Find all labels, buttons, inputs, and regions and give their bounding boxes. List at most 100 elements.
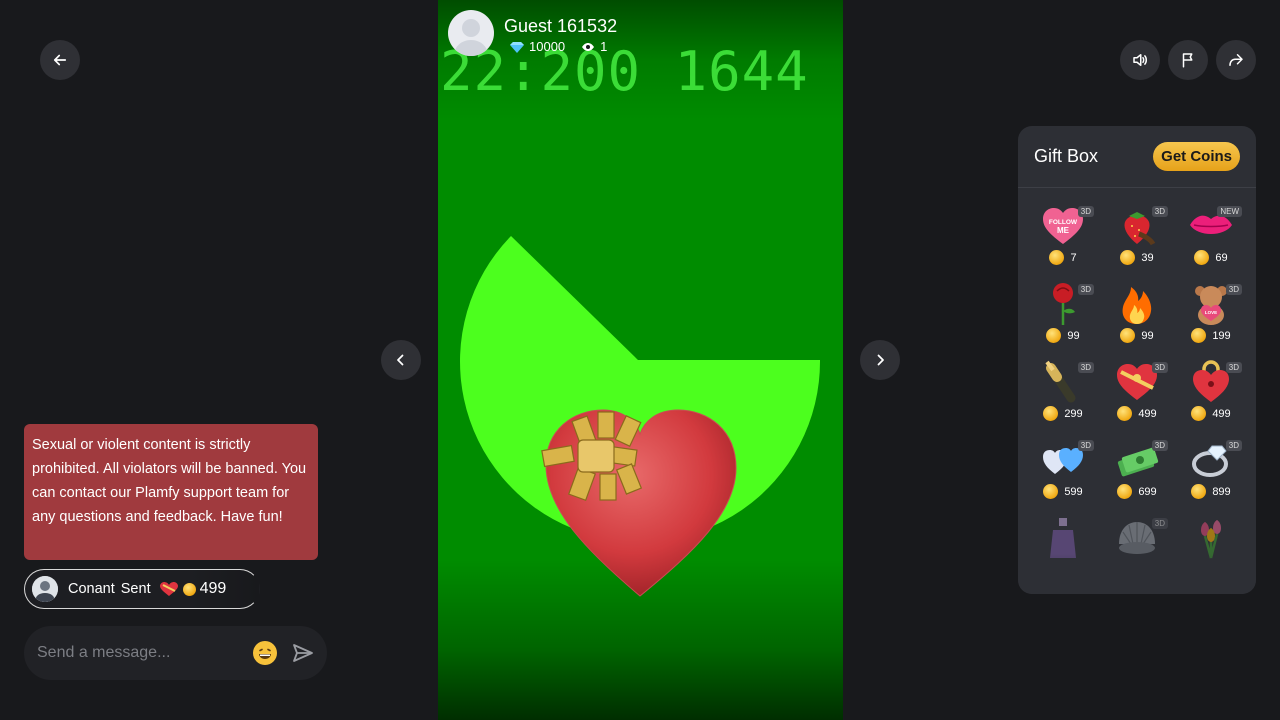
gift-badge: 3D: [1151, 206, 1168, 217]
gift-item-strawberry[interactable]: 3D 39: [1100, 204, 1174, 274]
flag-icon: [1182, 53, 1193, 68]
coin-icon: [1043, 484, 1059, 499]
gift-verb: Sent: [120, 581, 151, 597]
message-composer: [24, 626, 327, 680]
coin-icon: [1191, 328, 1207, 343]
gift-price-value: 199: [1212, 329, 1231, 342]
gift-badge: 3D: [1077, 440, 1094, 451]
gift-price-value: 699: [1138, 485, 1157, 498]
viewer-count-value: 1: [600, 39, 608, 54]
gift-price-value: 299: [1064, 407, 1083, 420]
coin-icon: [1046, 328, 1062, 343]
share-button[interactable]: [1216, 40, 1256, 80]
gift-price: 7: [1049, 250, 1077, 265]
gift-price: 599: [1043, 484, 1083, 499]
gift-price: 39: [1120, 250, 1154, 265]
gift-badge: 3D: [1077, 206, 1094, 217]
gift-price-value: 499: [1212, 407, 1231, 420]
message-input[interactable]: [37, 644, 247, 662]
gift-item-heart-gift-box[interactable]: 3D 499: [1100, 360, 1174, 430]
heart-gift-box-icon: [159, 582, 178, 596]
gift-badge: 3D: [1151, 440, 1168, 451]
emoji-button[interactable]: [253, 641, 277, 665]
coin-icon: [1194, 250, 1210, 265]
gift-box-panel: Gift Box Get Coins FOLLOW ME 3D 7 3D 39 NEW 69 3…: [1018, 126, 1256, 594]
system-notice: Sexual or violent content is strictly pr…: [24, 424, 318, 560]
gift-badge: 3D: [1225, 362, 1242, 373]
gift-badge: 3D: [1151, 362, 1168, 373]
gift-box-title: Gift Box: [1034, 146, 1099, 166]
host-name: Guest 161532: [504, 15, 618, 36]
paper-plane-icon: [293, 644, 313, 662]
report-button[interactable]: [1168, 40, 1208, 80]
user-silhouette-icon: [454, 19, 488, 56]
gift-item-lips[interactable]: NEW 69: [1174, 204, 1248, 274]
coin-icon: [1191, 406, 1207, 421]
host-stats: 10000 1: [510, 39, 607, 54]
gift-item-fire[interactable]: 99: [1100, 282, 1174, 352]
svg-text:LOVE: LOVE: [1205, 310, 1217, 315]
speaker-icon: [1133, 54, 1148, 66]
viewer-count: 1: [581, 39, 607, 54]
back-button[interactable]: [40, 40, 80, 80]
diamond-icon: [510, 41, 524, 53]
next-stream-button[interactable]: [860, 340, 900, 380]
heart-gift-animation: [545, 409, 737, 597]
gift-item-heart-lock[interactable]: 3D 499: [1174, 360, 1248, 430]
gift-item-teddy-bear[interactable]: LOVE 3D 199: [1174, 282, 1248, 352]
coin-icon: [1120, 328, 1136, 343]
gift-box-header: Gift Box Get Coins: [1018, 126, 1256, 188]
volume-button[interactable]: [1120, 40, 1160, 80]
sender-avatar[interactable]: [32, 576, 58, 602]
gift-price-value: 599: [1064, 485, 1083, 498]
live-video-stage[interactable]: 22:200 1644: [438, 0, 843, 720]
gift-price: 199: [1191, 328, 1231, 343]
coin-icon: [1120, 250, 1136, 265]
gift-price-value: 499: [1138, 407, 1157, 420]
gift-price-value: 99: [1067, 329, 1080, 342]
coin-icon: [1191, 484, 1207, 499]
gift-badge: 3D: [1225, 440, 1242, 451]
gift-price-value: 39: [1141, 251, 1154, 264]
svg-text:ME: ME: [1057, 226, 1070, 235]
gift-badge: 3D: [1077, 284, 1094, 295]
coin-icon: [1043, 406, 1059, 421]
gift-price-value: 99: [1141, 329, 1154, 342]
gift-item-diamond-ring[interactable]: 3D 899: [1174, 438, 1248, 508]
coin-icon: [1117, 406, 1133, 421]
gift-price-value: 899: [1212, 485, 1231, 498]
gift-list-fade: [1018, 554, 1256, 594]
get-coins-button[interactable]: Get Coins: [1153, 142, 1240, 171]
gift-price: 499: [1191, 406, 1231, 421]
gift-grid: FOLLOW ME 3D 7 3D 39 NEW 69 3D 99 99 LOVE 3D 199 3D 299…: [1026, 204, 1248, 586]
send-button[interactable]: [291, 641, 315, 665]
fire-icon: [1114, 282, 1160, 326]
arrow-left-icon: [53, 54, 67, 66]
gift-sender-name: Conant: [68, 581, 115, 597]
previous-stream-button[interactable]: [381, 340, 421, 380]
gift-price: 99: [1046, 328, 1080, 343]
gift-price: 699: [1117, 484, 1157, 499]
gift-item-rose[interactable]: 3D 99: [1026, 282, 1100, 352]
coin-icon: [1117, 484, 1133, 499]
gift-price: 69: [1194, 250, 1228, 265]
gift-item-heart-balloons[interactable]: 3D 599: [1026, 438, 1100, 508]
coin-icon: [182, 582, 196, 596]
gift-event-message: Conant Sent 499: [24, 569, 260, 609]
gift-badge: 3D: [1077, 362, 1094, 373]
host-avatar[interactable]: [448, 10, 494, 56]
gift-badge: 3D: [1151, 518, 1168, 529]
coin-icon: [1049, 250, 1065, 265]
gift-item-money-stack[interactable]: 3D 699: [1100, 438, 1174, 508]
svg-text:FOLLOW: FOLLOW: [1049, 219, 1078, 226]
gift-price-value: 7: [1070, 251, 1077, 264]
chevron-right-icon: [877, 354, 884, 366]
share-arrow-icon: [1229, 54, 1243, 66]
gift-item-follow-me-heart[interactable]: FOLLOW ME 3D 7: [1026, 204, 1100, 274]
gift-item-champagne[interactable]: 3D 299: [1026, 360, 1100, 430]
grinning-face-icon: [254, 642, 276, 664]
gift-badge: NEW: [1217, 206, 1242, 217]
gift-amount: 499: [199, 580, 227, 597]
gift-price-value: 69: [1215, 251, 1228, 264]
person-photo-icon: [32, 576, 58, 602]
